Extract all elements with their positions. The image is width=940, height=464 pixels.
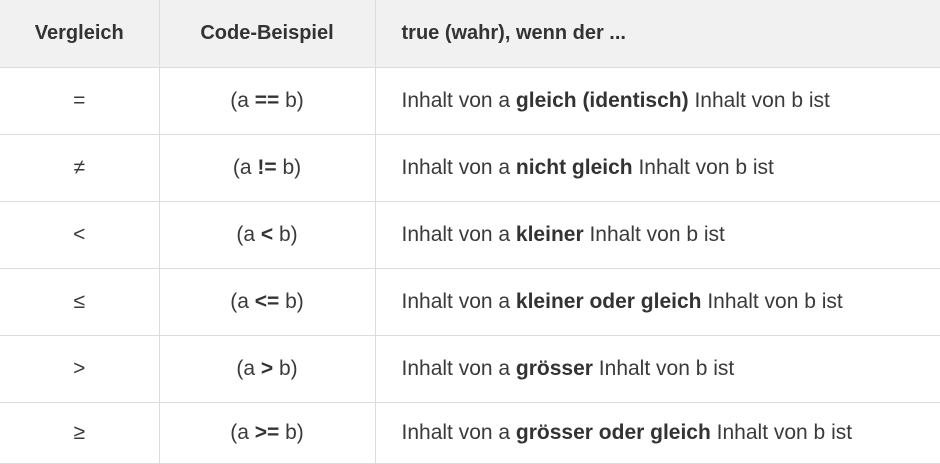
comparison-symbol: ≥: [0, 402, 160, 464]
description: Inhalt von a grösser Inhalt von b ist: [375, 335, 940, 403]
description: Inhalt von a grösser oder gleich Inhalt …: [375, 402, 940, 464]
code-pre: (a: [230, 289, 255, 313]
desc-post: Inhalt von b ist: [583, 222, 725, 246]
code-pre: (a: [230, 88, 255, 112]
code-operator: !=: [257, 155, 277, 179]
comparison-symbol: ≠: [0, 134, 160, 202]
code-example: (a > b): [159, 335, 376, 403]
desc-pre: Inhalt von a: [401, 356, 516, 380]
description: Inhalt von a gleich (identisch) Inhalt v…: [375, 67, 940, 135]
code-example: (a == b): [159, 67, 376, 135]
code-operator: ==: [254, 88, 280, 112]
table-row: < (a < b) Inhalt von a kleiner Inhalt vo…: [0, 201, 940, 269]
table-header: Vergleich Code-Beispiel true (wahr), wen…: [0, 0, 940, 68]
table-row: = (a == b) Inhalt von a gleich (identisc…: [0, 67, 940, 135]
code-pre: (a: [230, 420, 255, 444]
header-true-wenn: true (wahr), wenn der ...: [375, 0, 940, 68]
code-post: b): [273, 222, 298, 246]
header-code-beispiel: Code-Beispiel: [159, 0, 376, 68]
desc-bold: gleich (identisch): [515, 88, 689, 112]
desc-pre: Inhalt von a: [401, 222, 516, 246]
comparison-symbol: ≤: [0, 268, 160, 336]
code-pre: (a: [236, 356, 261, 380]
code-example: (a >= b): [159, 402, 376, 464]
table-row: ≥ (a >= b) Inhalt von a grösser oder gle…: [0, 402, 940, 464]
code-post: b): [273, 356, 298, 380]
desc-pre: Inhalt von a: [401, 289, 516, 313]
code-operator: <: [260, 222, 274, 246]
desc-bold: kleiner: [515, 222, 584, 246]
code-pre: (a: [232, 155, 258, 179]
desc-post: Inhalt von b ist: [592, 356, 735, 380]
desc-bold: nicht gleich: [515, 155, 633, 179]
desc-post: Inhalt von b ist: [710, 420, 853, 444]
description: Inhalt von a kleiner oder gleich Inhalt …: [375, 268, 940, 336]
code-example: (a < b): [159, 201, 376, 269]
description: Inhalt von a nicht gleich Inhalt von b i…: [375, 134, 940, 202]
code-operator: >=: [254, 420, 280, 444]
table-row: ≠ (a != b) Inhalt von a nicht gleich Inh…: [0, 134, 940, 202]
desc-pre: Inhalt von a: [401, 420, 516, 444]
comparison-table: Vergleich Code-Beispiel true (wahr), wen…: [0, 0, 940, 464]
table-body: = (a == b) Inhalt von a gleich (identisc…: [0, 67, 940, 464]
desc-bold: grösser: [515, 356, 593, 380]
desc-post: Inhalt von b ist: [688, 88, 830, 112]
code-operator: >: [260, 356, 274, 380]
desc-bold: grösser oder gleich: [515, 420, 711, 444]
code-pre: (a: [236, 222, 261, 246]
table-row: > (a > b) Inhalt von a grösser Inhalt vo…: [0, 335, 940, 403]
description: Inhalt von a kleiner Inhalt von b ist: [375, 201, 940, 269]
header-vergleich: Vergleich: [0, 0, 160, 68]
code-post: b): [279, 420, 304, 444]
header-row: Vergleich Code-Beispiel true (wahr), wen…: [0, 0, 940, 68]
code-operator: <=: [254, 289, 280, 313]
code-post: b): [279, 289, 304, 313]
code-example: (a <= b): [159, 268, 376, 336]
desc-pre: Inhalt von a: [401, 155, 516, 179]
comparison-symbol: =: [0, 67, 160, 135]
desc-pre: Inhalt von a: [401, 88, 516, 112]
comparison-symbol: <: [0, 201, 160, 269]
desc-post: Inhalt von b ist: [632, 155, 774, 179]
comparison-symbol: >: [0, 335, 160, 403]
code-post: b): [276, 155, 302, 179]
desc-post: Inhalt von b ist: [701, 289, 843, 313]
desc-bold: kleiner oder gleich: [515, 289, 702, 313]
code-post: b): [279, 88, 304, 112]
table-row: ≤ (a <= b) Inhalt von a kleiner oder gle…: [0, 268, 940, 336]
code-example: (a != b): [159, 134, 376, 202]
